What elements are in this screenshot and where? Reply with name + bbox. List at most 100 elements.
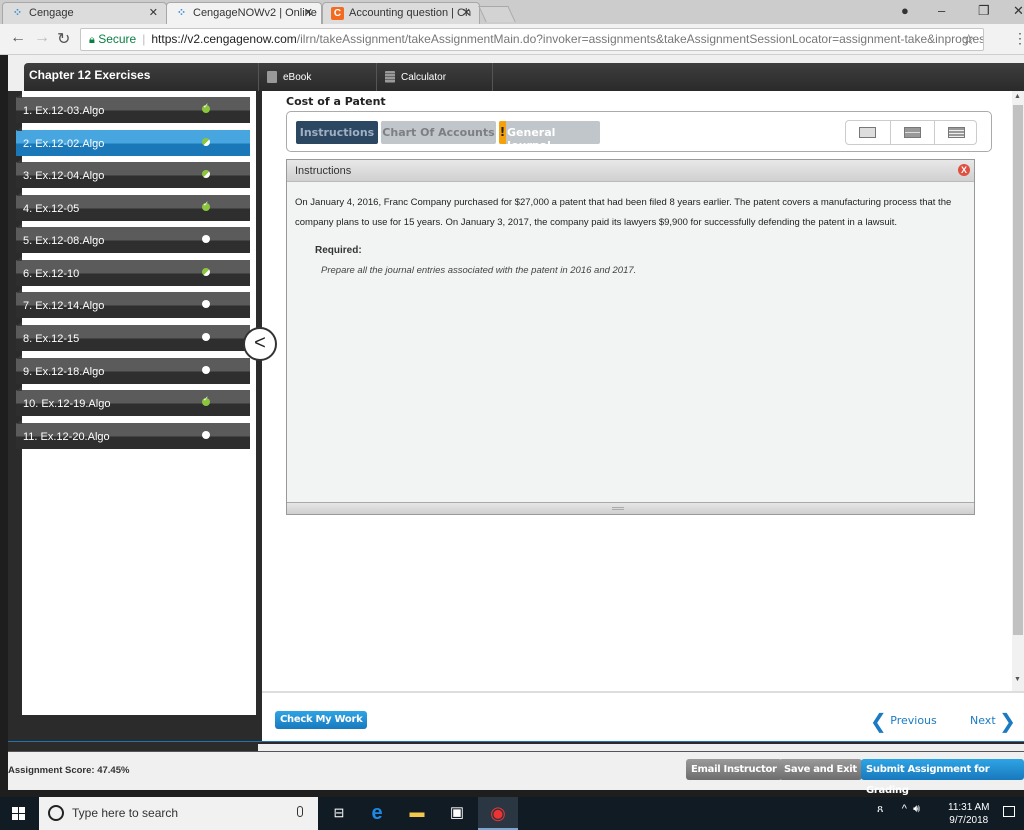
submit-assignment-button[interactable]: Submit Assignment for Grading — [861, 759, 1024, 796]
forward-arrow-icon[interactable]: → — [34, 29, 50, 47]
question-label: 7. Ex.12-14.Algo — [23, 300, 105, 312]
not-started-status-icon — [202, 431, 210, 439]
cengage-logo-icon: ⁘ — [12, 7, 23, 19]
url-host: https://v2.cengagenow.com — [151, 32, 297, 46]
tab-general-journal[interactable]: ! General Journal — [499, 121, 600, 152]
ebook-button[interactable]: eBook — [258, 63, 376, 91]
question-title: Cost of a Patent — [286, 95, 386, 108]
assignment-title: Chapter 12 Exercises — [29, 68, 151, 82]
question-item-7[interactable]: 7. Ex.12-14.Algo — [16, 289, 250, 318]
browser-tab-cengage[interactable]: ⁘ Cengage ✕ — [2, 2, 167, 24]
previous-label: Previous — [890, 714, 937, 727]
save-and-exit-button[interactable]: Save and Exit — [779, 759, 862, 780]
clock-time: 11:31 AM — [948, 802, 990, 813]
browser-tab-accounting-question[interactable]: C Accounting question | Ch ✕ — [322, 2, 480, 24]
question-item-1[interactable]: 1. Ex.12-03.Algo — [16, 94, 250, 123]
partial-status-icon — [202, 268, 210, 276]
tab-chart-of-accounts[interactable]: Chart Of Accounts — [381, 121, 496, 144]
restore-button[interactable]: ❐ — [978, 3, 990, 19]
question-item-5[interactable]: 5. Ex.12-08.Algo — [16, 224, 250, 253]
tab-instructions[interactable]: Instructions — [296, 121, 378, 144]
check-my-work-button[interactable]: Check My Work — [275, 711, 368, 729]
profile-icon[interactable]: ● — [901, 3, 909, 18]
not-started-status-icon — [202, 300, 210, 308]
question-label: 11. Ex.12-20.Algo — [23, 431, 110, 443]
file-explorer-icon[interactable]: ▬ — [407, 803, 427, 823]
clock-date: 9/7/2018 — [949, 815, 989, 826]
close-window-button[interactable]: ✕ — [1013, 3, 1024, 19]
lock-icon: 🔒︎ — [89, 34, 95, 46]
microphone-icon[interactable] — [297, 806, 303, 817]
drag-grip-icon — [612, 507, 624, 510]
scroll-down-arrow-icon[interactable]: ▼ — [1014, 676, 1021, 683]
volume-icon[interactable]: 🔊︎ — [913, 803, 920, 815]
question-item-10[interactable]: 10. Ex.12-19.Algo — [16, 387, 250, 416]
question-item-6[interactable]: 6. Ex.12-10 — [16, 257, 250, 286]
back-arrow-icon[interactable]: ← — [10, 29, 26, 47]
search-placeholder: Type here to search — [72, 806, 179, 820]
panel-resize-bar[interactable] — [287, 502, 974, 514]
taskbar-clock[interactable]: 11:31 AM 9/7/2018 — [948, 801, 990, 827]
close-tab-icon[interactable]: ✕ — [149, 6, 158, 19]
store-icon[interactable]: ▣ — [447, 803, 467, 823]
question-sidebar: 1. Ex.12-03.Algo 2. Ex.12-02.Algo 3. Ex.… — [8, 91, 258, 769]
browser-tab-cengagenow[interactable]: ⁘ CengageNOWv2 | Online ✕ — [166, 2, 322, 24]
close-tab-icon[interactable]: ✕ — [462, 6, 471, 19]
new-tab-button[interactable] — [478, 6, 516, 22]
question-label: 4. Ex.12-05 — [23, 203, 80, 215]
instructions-panel-title: Instructions — [295, 165, 352, 177]
next-button[interactable]: Next ❯ — [970, 709, 1016, 733]
cengage-app: Chapter 12 Exercises eBook Calculator 1.… — [8, 55, 1024, 796]
main-scrollbar[interactable]: ▲ ▼ — [1012, 91, 1024, 691]
layout-stacked-button[interactable] — [934, 121, 978, 144]
calculator-icon — [385, 71, 395, 83]
close-icon[interactable]: X — [958, 164, 970, 176]
show-hidden-icons-chevron-up-icon[interactable]: ^ — [902, 803, 907, 815]
not-started-status-icon — [202, 333, 210, 341]
collapse-sidebar-button[interactable]: < — [243, 327, 277, 361]
question-item-11[interactable]: 11. Ex.12-20.Algo — [16, 420, 250, 449]
people-icon[interactable]: ጸ — [877, 803, 883, 815]
layout-split-button[interactable] — [890, 121, 934, 144]
split-view-icon — [904, 127, 921, 138]
edge-browser-icon[interactable]: e — [367, 803, 387, 823]
bookmark-star-icon[interactable]: ☆ — [962, 29, 975, 50]
browser-menu-icon[interactable]: ⋮ — [1013, 30, 1024, 47]
question-item-2[interactable]: 2. Ex.12-02.Algo — [16, 127, 250, 156]
minimize-button[interactable]: – — [938, 3, 945, 18]
stacked-view-icon — [948, 127, 965, 138]
browser-tab-strip: ⁘ Cengage ✕ ⁘ CengageNOWv2 | Online ✕ C … — [0, 0, 1024, 24]
windows-stack-icon — [859, 127, 876, 138]
question-label: 9. Ex.12-18.Algo — [23, 366, 105, 378]
taskbar-search-box[interactable]: Type here to search — [39, 797, 318, 830]
question-item-3[interactable]: 3. Ex.12-04.Algo — [16, 159, 250, 188]
question-panel: Cost of a Patent Instructions Chart Of A… — [256, 91, 1024, 741]
scroll-up-arrow-icon[interactable]: ▲ — [1014, 93, 1021, 100]
book-icon — [267, 71, 277, 83]
assignment-header-bar: Chapter 12 Exercises eBook Calculator — [24, 63, 1024, 91]
scroll-thumb[interactable] — [1013, 105, 1023, 635]
chegg-c-icon: C — [331, 7, 344, 20]
close-tab-icon[interactable]: ✕ — [304, 6, 313, 19]
question-list: 1. Ex.12-03.Algo 2. Ex.12-02.Algo 3. Ex.… — [16, 91, 258, 715]
chrome-icon[interactable]: ◉ — [478, 797, 518, 830]
partial-status-icon — [202, 138, 210, 146]
action-center-icon[interactable] — [1003, 806, 1015, 817]
previous-button[interactable]: ❮ Previous — [870, 709, 937, 733]
chevron-right-icon: ❯ — [999, 709, 1016, 733]
reload-icon[interactable]: ↻ — [57, 29, 70, 49]
not-started-status-icon — [202, 235, 210, 243]
question-item-4[interactable]: 4. Ex.12-05 — [16, 192, 250, 221]
calculator-button[interactable]: Calculator — [376, 63, 492, 91]
task-view-icon[interactable]: ⊟ — [329, 803, 349, 823]
system-tray: ጸ ^ 🔊︎ — [877, 803, 920, 816]
question-item-9[interactable]: 9. Ex.12-18.Algo — [16, 355, 250, 384]
problem-statement: On January 4, 2016, Franc Company purcha… — [295, 197, 952, 228]
question-item-8[interactable]: 8. Ex.12-15 — [16, 322, 250, 351]
tab-title: Cengage — [29, 7, 74, 19]
address-bar[interactable]: 🔒︎ Secure | https://v2.cengagenow.com/ilrn… — [80, 28, 984, 51]
email-instructor-button[interactable]: Email Instructor — [686, 759, 782, 780]
question-label: 2. Ex.12-02.Algo — [23, 138, 105, 150]
layout-windowed-button[interactable] — [846, 121, 890, 144]
windows-start-icon[interactable] — [12, 807, 25, 820]
